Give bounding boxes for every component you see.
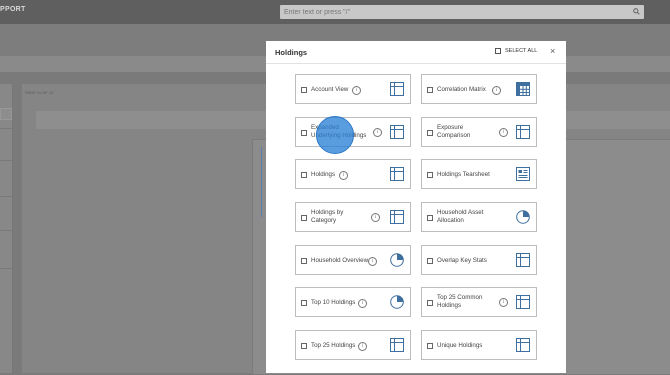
tile-checkbox[interactable] — [427, 258, 433, 264]
close-button[interactable]: × — [550, 46, 555, 56]
tile-checkbox[interactable] — [301, 172, 307, 178]
tile-label: Correlation Matrix — [437, 86, 486, 93]
report-tile[interactable]: Unique Holdings — [421, 330, 537, 360]
left-panel-divider — [0, 196, 12, 197]
modal-title: Holdings — [275, 48, 308, 57]
table-icon — [516, 125, 530, 139]
tile-checkbox[interactable] — [301, 130, 307, 136]
select-all-label: SELECT ALL — [505, 48, 538, 54]
tile-label: Top 10 Holdings — [311, 299, 356, 306]
pie-icon — [516, 210, 530, 224]
info-icon[interactable]: i — [492, 86, 501, 95]
pie-icon — [390, 253, 404, 267]
report-tile[interactable]: Household Overview i — [295, 245, 411, 275]
info-icon[interactable]: i — [373, 128, 382, 137]
selection-edge — [261, 147, 262, 217]
report-tile[interactable]: Top 10 Holdings i — [295, 287, 411, 317]
report-tile[interactable]: Holdings Tearsheet — [421, 159, 537, 189]
report-tile[interactable]: Account View i — [295, 74, 411, 104]
report-tile[interactable]: Top 25 Common Holdings i — [421, 287, 537, 317]
report-tile[interactable]: Household Asset Allocation — [421, 202, 537, 232]
tile-label: Exposure Comparison — [437, 124, 471, 139]
tile-label: Household Overview — [311, 257, 369, 264]
select-all-toggle[interactable]: SELECT ALL — [495, 48, 537, 54]
global-search[interactable] — [280, 5, 644, 19]
tile-checkbox[interactable] — [301, 87, 307, 93]
info-icon[interactable]: i — [358, 299, 367, 308]
tile-label: Account View — [311, 86, 349, 93]
left-panel-divider — [0, 128, 12, 129]
left-panel-divider — [0, 230, 12, 231]
left-panel-divider — [0, 268, 12, 269]
search-icon[interactable] — [633, 8, 640, 15]
pie-icon — [390, 295, 404, 309]
table-icon — [390, 82, 404, 96]
info-icon[interactable]: i — [358, 342, 367, 351]
tile-label: Holdings Tearsheet — [437, 171, 490, 178]
tile-label: Top 25 Common Holdings — [437, 294, 483, 309]
tile-label: Overlap Key Stats — [437, 257, 487, 264]
table-icon — [516, 338, 530, 352]
table-icon — [390, 125, 404, 139]
brand-fragment: PPORT — [0, 6, 26, 13]
info-icon[interactable]: i — [499, 298, 508, 307]
info-icon[interactable]: i — [499, 128, 508, 137]
tile-checkbox[interactable] — [427, 343, 433, 349]
table-icon — [390, 210, 404, 224]
report-tile[interactable]: Top 25 Holdings i — [295, 330, 411, 360]
table-icon — [390, 338, 404, 352]
table-icon — [516, 253, 530, 267]
holdings-modal: Holdings SELECT ALL × Account View i Corre… — [266, 41, 566, 373]
tile-checkbox[interactable] — [427, 130, 433, 136]
tile-label: Top 25 Holdings — [311, 342, 356, 349]
tile-label: Holdings — [311, 171, 336, 178]
report-tile[interactable]: Overlap Key Stats — [421, 245, 537, 275]
tile-label: Household Asset Allocation — [437, 209, 484, 224]
left-panel-search-icon[interactable] — [0, 108, 12, 120]
tile-checkbox[interactable] — [427, 87, 433, 93]
report-tile[interactable]: Holdings by Category i — [295, 202, 411, 232]
tile-label: Unique Holdings — [437, 342, 483, 349]
tile-checkbox[interactable] — [427, 300, 433, 306]
report-tile[interactable]: Exposure Comparison i — [421, 117, 537, 147]
tile-checkbox[interactable] — [301, 258, 307, 264]
info-icon[interactable]: i — [339, 171, 348, 180]
search-input[interactable] — [284, 6, 614, 18]
table-icon — [390, 167, 404, 181]
tearsheet-icon — [516, 167, 530, 181]
report-tile[interactable]: Correlation Matrix i — [421, 74, 537, 104]
table-icon — [516, 295, 530, 309]
tile-checkbox[interactable] — [301, 343, 307, 349]
info-icon[interactable]: i — [352, 86, 361, 95]
left-panel-divider — [0, 160, 12, 161]
tile-label: Holdings by Category — [311, 209, 344, 224]
tile-checkbox[interactable] — [427, 172, 433, 178]
select-all-checkbox[interactable] — [495, 48, 501, 54]
tile-checkbox[interactable] — [427, 215, 433, 221]
page-indicator: PAGE 11 OF 12 — [25, 90, 54, 95]
top-bar: PPORT — [0, 0, 670, 24]
info-icon[interactable]: i — [371, 213, 380, 222]
report-tile[interactable]: Holdings i — [295, 159, 411, 189]
matrix-icon — [516, 82, 530, 96]
modal-header-divider — [266, 63, 566, 64]
tile-checkbox[interactable] — [301, 300, 307, 306]
tile-checkbox[interactable] — [301, 215, 307, 221]
info-icon[interactable]: i — [368, 257, 377, 266]
click-indicator — [316, 116, 354, 154]
